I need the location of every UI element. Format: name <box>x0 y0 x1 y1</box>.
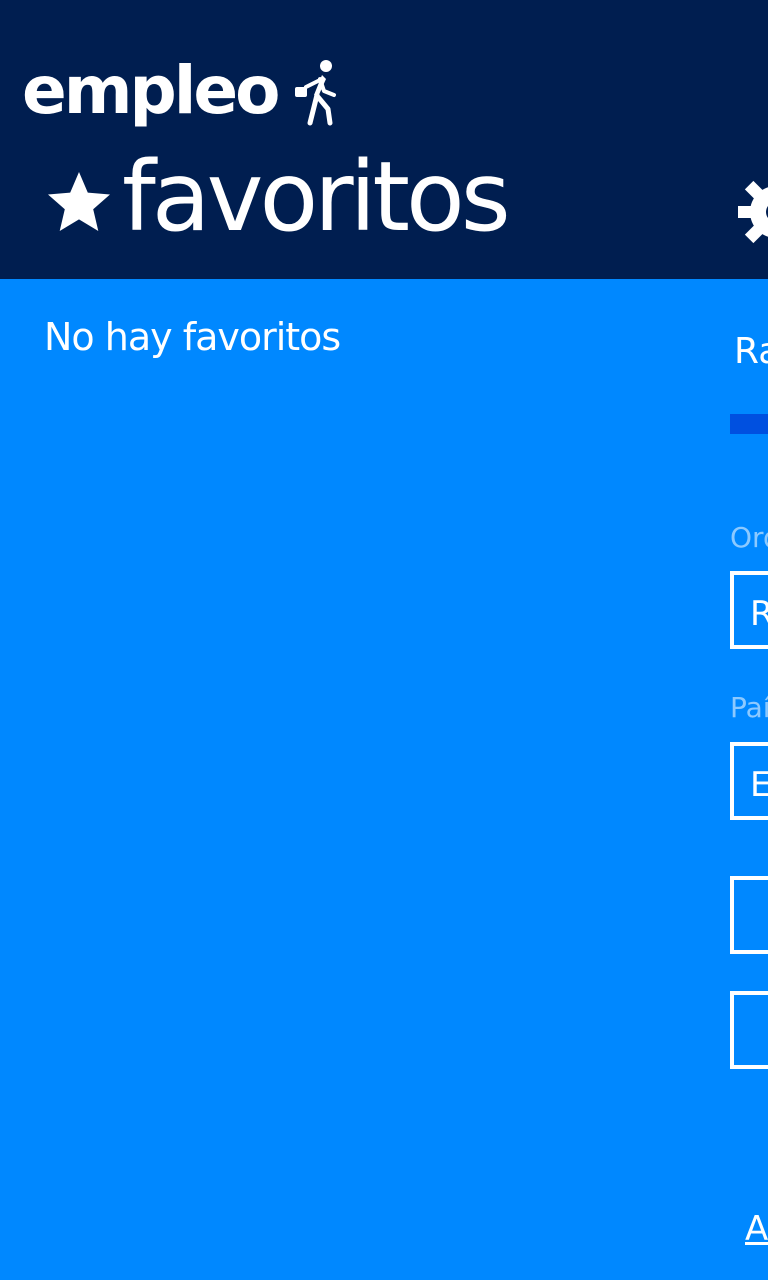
app-header: empleo favoritos <box>0 0 768 279</box>
app-name: empleo <box>22 52 281 129</box>
input-box-2[interactable] <box>730 991 768 1069</box>
search-radius-label: Ra <box>734 331 768 372</box>
star-icon <box>48 172 110 231</box>
country-select[interactable]: E <box>730 742 768 820</box>
radius-slider[interactable] <box>730 414 768 434</box>
pivot-header-favorites[interactable]: favoritos <box>44 141 511 253</box>
pivot-title: favoritos <box>122 141 511 253</box>
panel-link[interactable]: A <box>745 1212 768 1246</box>
gear-icon[interactable] <box>736 172 768 252</box>
favorites-empty-message: No hay favoritos <box>44 315 341 359</box>
country-value: E <box>750 765 768 805</box>
app-title: empleo <box>22 46 346 136</box>
country-label: Paí <box>730 691 768 724</box>
input-box-1[interactable] <box>730 876 768 954</box>
sort-select[interactable]: R <box>730 571 768 649</box>
sort-value: R <box>750 594 768 634</box>
walking-person-icon <box>294 60 336 126</box>
sort-label: Ord <box>730 521 768 554</box>
